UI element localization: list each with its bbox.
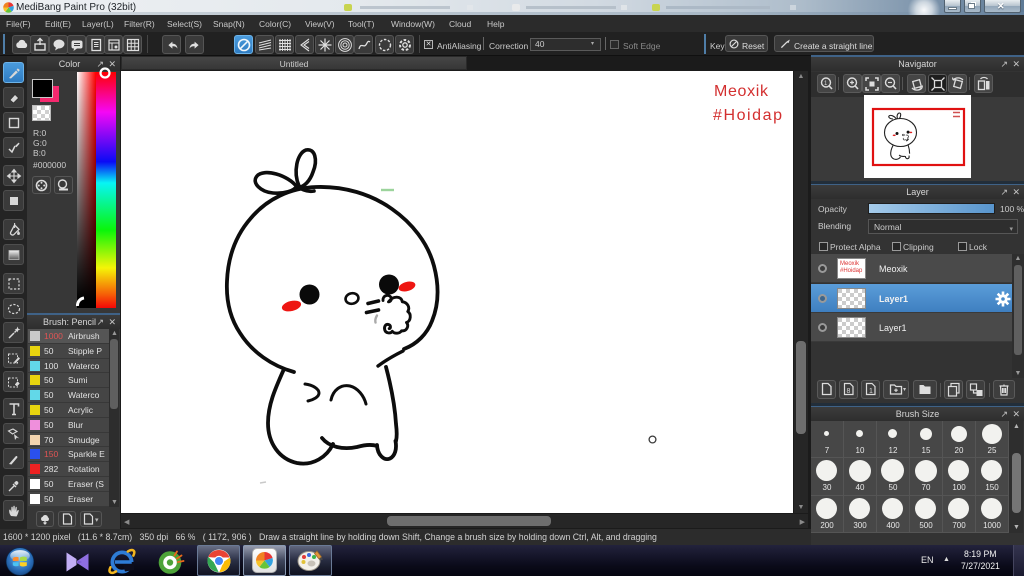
svg-text:Meoxik: Meoxik <box>714 83 769 100</box>
svg-text:#Hoidap: #Hoidap <box>713 107 782 124</box>
svg-text:8: 8 <box>847 388 851 395</box>
svg-text:1: 1 <box>869 388 873 395</box>
